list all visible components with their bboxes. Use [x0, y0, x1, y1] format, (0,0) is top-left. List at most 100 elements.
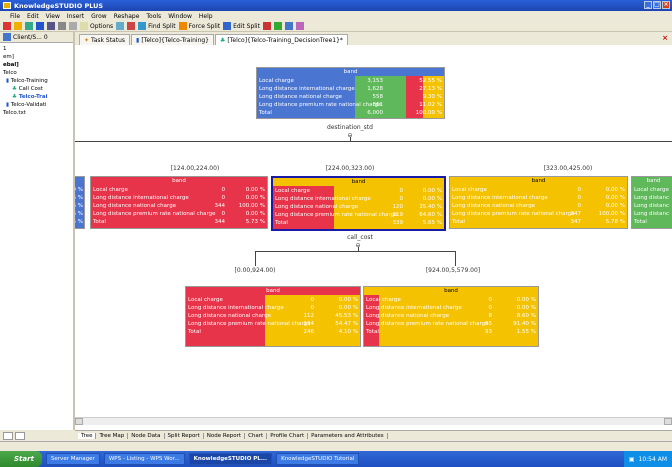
menu-grow[interactable]: Grow — [91, 13, 107, 20]
minimize-button[interactable]: _ — [644, 1, 652, 9]
project-panel: Client/S... 0 1 em] ebal] Telco ▮ Telco-… — [0, 32, 75, 430]
taskbar-item[interactable]: KnowledgeSTUDIO Tutorial — [276, 453, 360, 465]
tree-node[interactable]: band Local charge 0 0.00 % Long distance in… — [90, 176, 268, 229]
tab-task-status[interactable]: ✦ Task Status — [79, 34, 131, 45]
edit-split-button[interactable]: Edit Split — [223, 22, 260, 30]
network-icon[interactable]: ▣ — [629, 456, 635, 463]
scroll-right-icon[interactable] — [664, 418, 672, 425]
save-all-icon[interactable] — [47, 22, 55, 30]
taskbar-item[interactable]: WPS - Listing - WPS Wor... — [103, 453, 185, 465]
row-percent: 100.00 % — [238, 203, 265, 209]
menu-insert[interactable]: Insert — [67, 13, 84, 20]
node-total-row: Total 347 5.78 % — [450, 218, 627, 226]
tree-node-tree[interactable]: ♣ Call Cost — [12, 86, 43, 92]
open-icon[interactable] — [14, 22, 22, 30]
nav-left-button[interactable] — [3, 431, 13, 440]
node-row: Long distance national charge 344 100.00 % — [91, 202, 267, 210]
tree-node-tree[interactable]: ♣ Telco-Trai — [12, 94, 47, 100]
tab-parameters[interactable]: Parameters and Attributes — [308, 433, 388, 439]
tree-node-selected[interactable]: band Local charge 0 0.00 % Long distance in… — [271, 176, 446, 231]
print-icon[interactable] — [58, 22, 66, 30]
menu-help[interactable]: Help — [199, 13, 213, 20]
tree-node[interactable]: band Local charge 0 0.00 % Long distance in… — [449, 176, 628, 229]
row-percent: 27.13 % — [419, 86, 442, 92]
tree-node-partial[interactable]: band Local charge Long distanc Long dist… — [631, 176, 672, 229]
tree-node-dataset[interactable]: ▮ Telco-Training — [6, 78, 48, 84]
row-percent: 45.53 % — [335, 313, 358, 319]
row-label: Total — [275, 220, 288, 226]
node-band-label: band — [273, 178, 444, 186]
close-tab-icon[interactable]: × — [662, 34, 668, 42]
horizontal-scrollbar[interactable] — [75, 417, 672, 425]
app-logo-icon — [3, 2, 11, 9]
new-icon[interactable] — [3, 22, 11, 30]
tree-node-dataset[interactable]: ▮ Telco-Validati — [6, 102, 47, 108]
row-percent: 0.00 % — [245, 195, 265, 201]
task-status-icon: ✦ — [84, 36, 90, 44]
tree-node[interactable]: band Local charge 0 0.00 % Long distance in… — [363, 286, 539, 347]
nav-right-button[interactable] — [15, 431, 25, 440]
tab-chart[interactable]: Chart — [245, 433, 268, 439]
node-total-row: Total 93 1.55 % — [364, 328, 538, 336]
chart-icon[interactable] — [127, 22, 136, 30]
row-count: 0 — [221, 187, 226, 193]
row-label: Long distance international charge — [259, 86, 355, 92]
tree-node[interactable]: 1 — [3, 46, 7, 52]
refresh-icon[interactable] — [25, 22, 33, 30]
copy-icon[interactable] — [69, 22, 77, 30]
grid-icon[interactable] — [116, 22, 125, 30]
find-split-button[interactable]: Find Split — [138, 22, 176, 30]
row-percent: 1.55 % — [516, 329, 536, 335]
scroll-left-icon[interactable] — [75, 418, 83, 425]
tree-node[interactable]: em] — [3, 54, 14, 60]
node-row: 6 % — [75, 211, 83, 217]
menu-reshape[interactable]: Reshape — [114, 13, 140, 20]
row-percent: 0.00 % — [516, 297, 536, 303]
taskbar-item[interactable]: Server Manager — [45, 453, 100, 465]
tree-icon: ♣ — [12, 86, 17, 92]
tree-node[interactable]: ebal] — [3, 62, 19, 68]
node-row: Long distance premium rate national char… — [273, 211, 444, 219]
tab-tree-map[interactable]: Tree Map — [96, 433, 129, 439]
row-label: Local charge — [259, 78, 294, 84]
root-node[interactable]: band Local charge 3,153 52.55 % Long distan… — [256, 67, 445, 119]
row-label: Total — [452, 219, 465, 225]
tab-node-data[interactable]: Node Data — [128, 433, 165, 439]
row-label: Long distance national charge — [188, 313, 272, 319]
menu-tools[interactable]: Tools — [146, 13, 161, 20]
tree-node[interactable]: Telco — [3, 70, 17, 76]
tree-icon[interactable] — [284, 22, 293, 30]
prune-icon[interactable] — [262, 22, 271, 30]
menu-edit[interactable]: Edit — [27, 13, 39, 20]
row-percent: 0.00 % — [605, 187, 625, 193]
menu-window[interactable]: Window — [168, 13, 192, 20]
arrow-icon[interactable] — [295, 22, 304, 30]
options-button[interactable]: Options — [80, 22, 113, 30]
dataset-icon: ▮ — [6, 102, 10, 108]
tab-tree[interactable]: Tree — [78, 433, 97, 439]
tab-split-report[interactable]: Split Report — [165, 433, 204, 439]
force-split-button[interactable]: Force Split — [178, 22, 220, 30]
tab-telco-training[interactable]: ▮ [Telco]{Telco-Training} — [131, 34, 214, 45]
start-button[interactable]: Start — [0, 451, 42, 467]
tree-node[interactable]: band Local charge 0 0.00 % Long distance in… — [185, 286, 361, 347]
panel-nav — [0, 430, 75, 441]
close-button[interactable]: × — [662, 1, 670, 9]
menu-view[interactable]: View — [46, 13, 60, 20]
tab-profile-chart[interactable]: Profile Chart — [267, 433, 309, 439]
taskbar-item-active[interactable]: KnowledgeSTUDIO PL... — [188, 453, 273, 465]
node-row: Long distance international charge 0 0.00 … — [450, 194, 627, 202]
save-icon[interactable] — [36, 22, 44, 30]
maximize-button[interactable]: □ — [653, 1, 661, 9]
row-count: 134 — [303, 321, 315, 327]
tree-node[interactable]: Telco.txt — [3, 110, 26, 116]
row-label: Local charge — [275, 188, 310, 194]
tab-decision-tree[interactable]: ♣ [Telco]{Telco-Training_DecisionTree1}* — [215, 34, 348, 45]
connector-line — [455, 251, 456, 266]
grow-icon[interactable] — [273, 22, 282, 30]
menu-file[interactable]: File — [10, 13, 20, 20]
tree-node-partial[interactable]: 0 % 6 % 6 % 6 % 5 % — [75, 176, 85, 229]
row-percent: 100.00 % — [598, 211, 625, 217]
tab-node-report[interactable]: Node Report — [204, 433, 246, 439]
range-label: [924.00,5,579.00] — [425, 267, 481, 274]
